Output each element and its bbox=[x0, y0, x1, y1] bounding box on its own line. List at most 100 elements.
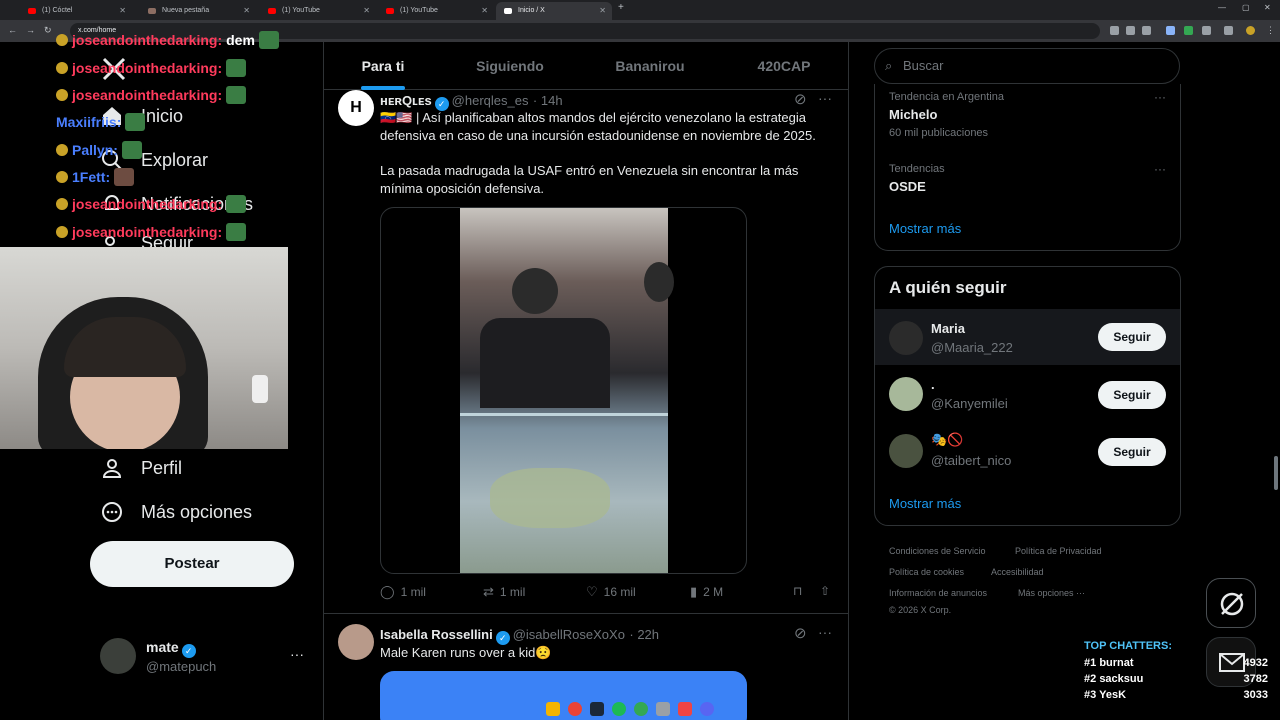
file-explorer-icon[interactable] bbox=[546, 702, 560, 716]
youtube-icon bbox=[268, 8, 276, 14]
close-tab-icon[interactable]: ✕ bbox=[599, 2, 606, 20]
browser-tab[interactable]: Nueva pestaña ✕ bbox=[140, 2, 256, 20]
browser-tab-strip: (1) Cóctel ✕ Nueva pestaña ✕ (1) YouTube… bbox=[0, 0, 1280, 20]
account-switcher[interactable]: mate ✓ @matepuch ··· bbox=[100, 636, 310, 680]
more-horizontal-icon[interactable]: ··· bbox=[1154, 162, 1166, 176]
menu-kebab-icon[interactable]: ⋮ bbox=[1266, 25, 1275, 36]
webcam-overlay bbox=[0, 247, 288, 449]
zoom-icon[interactable] bbox=[1110, 26, 1119, 35]
taskbar bbox=[520, 698, 718, 720]
bookmark-star-icon[interactable] bbox=[1142, 26, 1151, 35]
app-icon[interactable] bbox=[678, 702, 692, 716]
more-horizontal-icon[interactable]: ··· bbox=[818, 90, 832, 106]
browser-tab[interactable]: (1) YouTube ✕ bbox=[378, 2, 494, 20]
chrome-icon[interactable] bbox=[568, 702, 582, 716]
tab-bananirou[interactable]: Bananirou bbox=[590, 42, 710, 90]
footer-link[interactable]: Información de anuncios bbox=[889, 588, 987, 598]
new-tab-icon[interactable]: + bbox=[618, 2, 624, 13]
avatar[interactable]: H bbox=[338, 90, 374, 126]
footer-link[interactable]: Política de cookies bbox=[889, 567, 964, 577]
post-button[interactable]: Postear bbox=[90, 541, 294, 587]
browser-tab-active[interactable]: Inicio / X ✕ bbox=[496, 2, 612, 20]
install-icon[interactable] bbox=[1126, 26, 1135, 35]
follow-button[interactable]: Seguir bbox=[1098, 438, 1166, 466]
footer-link[interactable]: Accesibilidad bbox=[991, 567, 1044, 577]
follow-button[interactable]: Seguir bbox=[1098, 323, 1166, 351]
discord-icon[interactable] bbox=[700, 702, 714, 716]
repost-button[interactable]: ⇄ 1 mil bbox=[483, 584, 525, 600]
more-horizontal-icon[interactable]: ··· bbox=[1154, 90, 1166, 104]
emote-icon bbox=[226, 195, 247, 213]
reload-icon[interactable]: ↻ bbox=[44, 25, 52, 36]
steam-icon[interactable] bbox=[590, 702, 604, 716]
reply-button[interactable]: ◯ 1 mil bbox=[380, 584, 426, 600]
trend-item[interactable]: Tendencia en Argentina Michelo 60 mil pu… bbox=[889, 91, 1004, 139]
post-video[interactable] bbox=[380, 207, 747, 574]
chatter-row: #2 sacksuu 3782 bbox=[1084, 673, 1268, 685]
show-more-link[interactable]: Mostrar más bbox=[889, 496, 961, 511]
close-window-icon[interactable]: ✕ bbox=[1264, 3, 1271, 12]
video-frame bbox=[460, 208, 674, 573]
reply-icon: ◯ bbox=[380, 584, 395, 599]
more-horizontal-icon[interactable]: ··· bbox=[818, 624, 832, 640]
post[interactable]: H ʜᴇʀQʟᴇs ✓ @herqles_es · 14h ⊘ ··· 🇻🇪🇺🇸 |… bbox=[324, 90, 848, 614]
app-icon[interactable] bbox=[656, 702, 670, 716]
footer-link[interactable]: Política de Privacidad bbox=[1015, 546, 1102, 556]
follow-button[interactable]: Seguir bbox=[1098, 381, 1166, 409]
nav-perfil[interactable]: Perfil bbox=[100, 453, 182, 483]
spotify-icon[interactable] bbox=[612, 702, 626, 716]
back-icon[interactable]: ← bbox=[8, 25, 17, 35]
x-logo-icon bbox=[504, 8, 512, 14]
extensions-puzzle-icon[interactable] bbox=[1202, 26, 1211, 35]
close-tab-icon[interactable]: ✕ bbox=[243, 2, 250, 20]
extension-icon[interactable] bbox=[1166, 26, 1175, 35]
grok-button[interactable] bbox=[1206, 578, 1256, 628]
footer-link[interactable]: Más opciones ··· bbox=[1018, 588, 1085, 598]
like-button[interactable]: ♡ 16 mil bbox=[586, 584, 636, 600]
scrollbar-thumb[interactable] bbox=[1274, 456, 1278, 490]
search-input[interactable]: ⌕ Buscar bbox=[874, 48, 1180, 84]
forward-icon[interactable]: → bbox=[26, 25, 35, 35]
footer-link[interactable]: Condiciones de Servicio bbox=[889, 546, 986, 556]
grok-icon[interactable]: ⊘ bbox=[794, 90, 807, 108]
chat-badge-icon bbox=[56, 198, 68, 210]
more-horizontal-icon[interactable]: ··· bbox=[290, 646, 304, 662]
profile-avatar[interactable] bbox=[1246, 26, 1255, 35]
more-circle-icon bbox=[100, 500, 124, 524]
profile-icon bbox=[100, 456, 124, 480]
follow-suggestion[interactable]: . @Kanyemilei Seguir bbox=[875, 367, 1180, 423]
avatar[interactable] bbox=[338, 624, 374, 660]
maximize-icon[interactable]: ▢ bbox=[1242, 3, 1250, 12]
views-button[interactable]: ▮ 2 M bbox=[690, 584, 723, 600]
tab-siguiendo[interactable]: Siguiendo bbox=[452, 42, 568, 90]
browser-tab[interactable]: (1) YouTube ✕ bbox=[260, 2, 376, 20]
windows-start-icon[interactable] bbox=[524, 702, 538, 716]
post-text: La pasada madrugada la USAF entró en Ven… bbox=[380, 163, 799, 196]
chat-badge-icon bbox=[56, 144, 68, 156]
views-chart-icon: ▮ bbox=[690, 584, 698, 599]
follow-suggestion[interactable]: Maria @Maaria_222 Seguir bbox=[875, 309, 1180, 365]
close-tab-icon[interactable]: ✕ bbox=[481, 2, 488, 20]
show-more-link[interactable]: Mostrar más bbox=[889, 221, 961, 236]
grok-icon[interactable]: ⊘ bbox=[794, 624, 807, 642]
browser-tab[interactable]: (1) Cóctel ✕ bbox=[20, 2, 132, 20]
panel-title: A quién seguir bbox=[889, 278, 1007, 297]
trend-item[interactable]: Tendencias OSDE bbox=[889, 163, 945, 194]
app-icon[interactable] bbox=[634, 702, 648, 716]
copyright: © 2026 X Corp. bbox=[889, 605, 952, 615]
close-tab-icon[interactable]: ✕ bbox=[363, 2, 370, 20]
tab-para-ti[interactable]: Para ti bbox=[324, 42, 442, 90]
follow-suggestion[interactable]: 🎭🚫 @taibert_nico Seguir bbox=[875, 424, 1180, 480]
who-to-follow-panel: A quién seguir Maria @Maaria_222 Seguir … bbox=[874, 266, 1181, 526]
minimize-icon[interactable]: — bbox=[1218, 3, 1226, 12]
nav-mas-opciones[interactable]: Más opciones bbox=[100, 497, 252, 527]
extension-icon[interactable] bbox=[1184, 26, 1193, 35]
tab-420cap[interactable]: 420CAP bbox=[728, 42, 840, 90]
share-icon[interactable]: ⇧ bbox=[820, 584, 830, 598]
bookmark-icon[interactable]: ⊓ bbox=[793, 584, 802, 598]
post-header: Isabella Rossellini ✓ @isabellRoseXoXo · 2… bbox=[380, 627, 660, 645]
close-tab-icon[interactable]: ✕ bbox=[119, 2, 126, 20]
youtube-icon bbox=[28, 8, 36, 14]
chat-message: joseandointhedarking: bbox=[56, 59, 247, 77]
downloads-icon[interactable] bbox=[1224, 26, 1233, 35]
